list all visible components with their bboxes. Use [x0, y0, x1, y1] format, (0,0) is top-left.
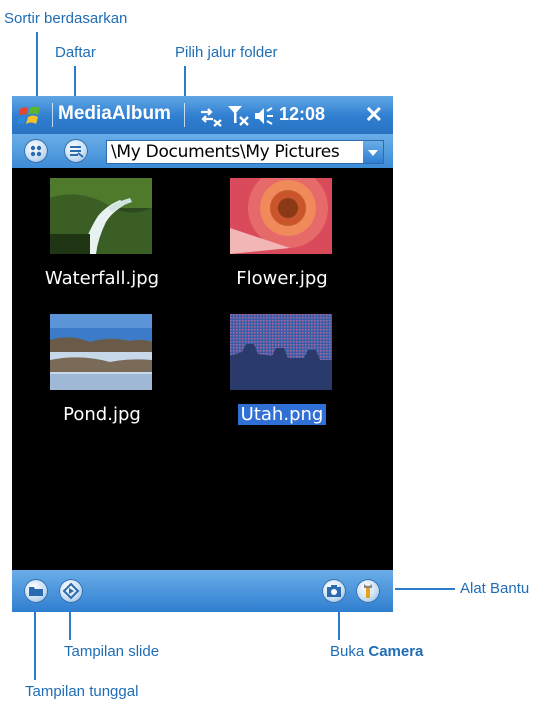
- callout-single-view: Tampilan tunggal: [25, 683, 139, 700]
- flower-thumbnail: [230, 178, 332, 254]
- thumbnail-caption: Flower.jpg: [192, 268, 372, 289]
- leader-tools: [395, 588, 455, 590]
- callout-slideshow: Tampilan slide: [64, 643, 160, 660]
- title-bar: MediaAlbum 12:08 ✕: [12, 96, 393, 134]
- app-title: MediaAlbum: [58, 103, 171, 124]
- leader-single-view: [34, 604, 36, 680]
- camera-icon: [327, 585, 341, 597]
- pond-thumbnail: [50, 314, 152, 390]
- sort-icon: [30, 145, 42, 157]
- callout-tools: Alat Bantu: [460, 580, 530, 597]
- thumbnail-name: Flower.jpg: [236, 268, 328, 289]
- thumbnail-name: Waterfall.jpg: [44, 268, 160, 289]
- folder-path-value: \My Documents\My Pictures: [111, 142, 340, 162]
- volume-icon[interactable]: [253, 105, 275, 127]
- camera-button[interactable]: [322, 579, 346, 603]
- callout-camera-prefix: Buka: [330, 643, 369, 660]
- slideshow-icon: [62, 582, 80, 600]
- thumbnail-caption: Utah.png: [192, 404, 372, 425]
- chevron-down-icon: [368, 150, 378, 156]
- callout-folder-path: Pilih jalur folder: [175, 44, 278, 61]
- windows-start-icon[interactable]: [16, 102, 44, 130]
- close-button[interactable]: ✕: [365, 102, 383, 128]
- callout-sort: Sortir berdasarkan: [4, 10, 128, 27]
- signal-off-icon[interactable]: [226, 104, 250, 128]
- toolbar: \My Documents\My Pictures: [12, 134, 393, 168]
- folder-icon: [29, 587, 43, 596]
- sort-button[interactable]: [24, 139, 48, 163]
- connectivity-icon[interactable]: [197, 105, 223, 127]
- folder-dropdown-button[interactable]: [363, 141, 383, 163]
- thumbnail-caption: Waterfall.jpg: [12, 268, 192, 289]
- title-separator: [52, 103, 53, 127]
- callout-camera: Buka Camera: [330, 643, 423, 660]
- slideshow-button[interactable]: [59, 579, 83, 603]
- waterfall-thumbnail: [50, 178, 152, 254]
- tools-icon: [364, 584, 372, 598]
- bottom-toolbar: [12, 570, 393, 612]
- list-view-button[interactable]: [64, 139, 88, 163]
- clock[interactable]: 12:08: [279, 104, 325, 125]
- callout-list: Daftar: [55, 44, 96, 61]
- tools-button[interactable]: [356, 579, 380, 603]
- folder-path-dropdown[interactable]: \My Documents\My Pictures: [106, 140, 384, 164]
- thumbnail-name: Pond.jpg: [63, 404, 141, 425]
- title-separator: [184, 103, 185, 127]
- single-view-button[interactable]: [24, 579, 48, 603]
- list-icon: [70, 146, 84, 158]
- device-screen: MediaAlbum 12:08 ✕ \My Documents\My Pict…: [12, 96, 393, 612]
- utah-thumbnail: [230, 314, 332, 390]
- thumbnail-grid: Waterfall.jpg Flower.jpg Pond.jpg Utah.p…: [12, 168, 393, 570]
- callout-camera-bold: Camera: [368, 643, 424, 660]
- thumbnail-caption: Pond.jpg: [12, 404, 192, 425]
- thumbnail-name: Utah.png: [237, 404, 327, 425]
